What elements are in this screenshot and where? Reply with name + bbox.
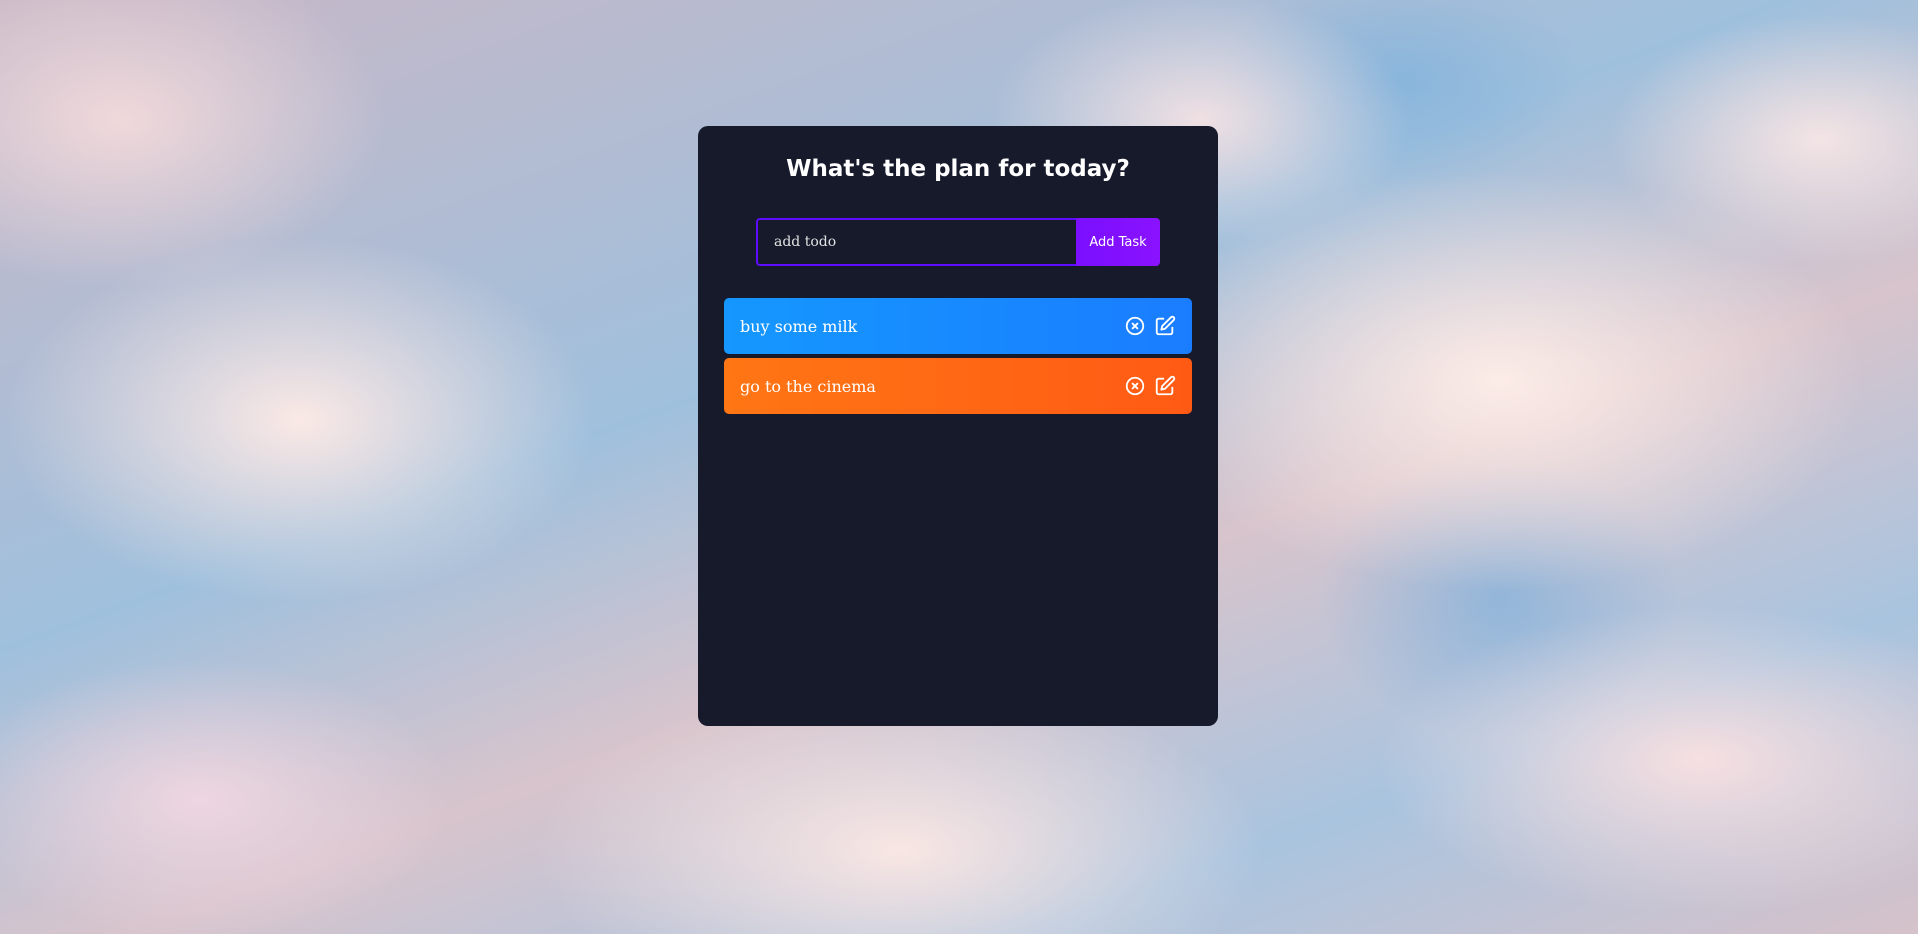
todo-list: buy some milk go to the cinema [724, 298, 1192, 418]
todo-actions [1124, 315, 1176, 337]
todo-item: go to the cinema [724, 358, 1192, 414]
todo-input[interactable] [756, 218, 1076, 266]
todo-text[interactable]: buy some milk [740, 317, 857, 336]
todo-text[interactable]: go to the cinema [740, 377, 876, 396]
todo-form: Add Task [756, 218, 1160, 266]
close-circle-icon[interactable] [1124, 315, 1146, 337]
edit-icon[interactable] [1154, 375, 1176, 397]
close-circle-icon[interactable] [1124, 375, 1146, 397]
edit-icon[interactable] [1154, 315, 1176, 337]
page-title: What's the plan for today? [786, 156, 1130, 182]
todo-app-panel: What's the plan for today? Add Task buy … [698, 126, 1218, 726]
todo-item: buy some milk [724, 298, 1192, 354]
add-task-button[interactable]: Add Task [1076, 218, 1160, 266]
todo-actions [1124, 375, 1176, 397]
